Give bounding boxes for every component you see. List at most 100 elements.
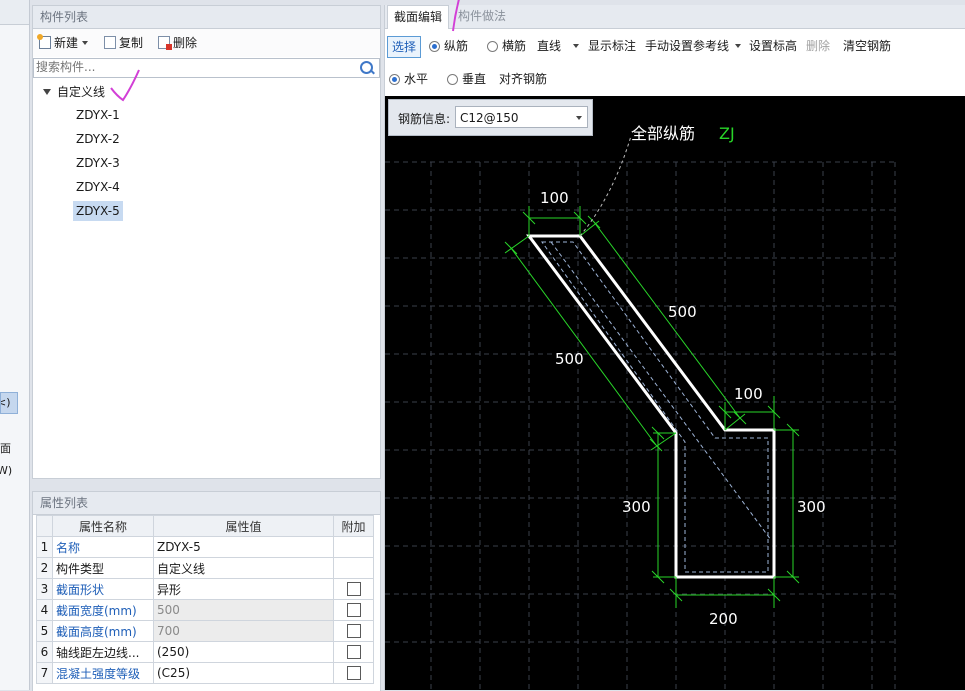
annotation-all-longitudinal: 全部纵筋 — [631, 124, 695, 143]
align-rebar-button[interactable]: 对齐钢筋 — [499, 69, 547, 89]
transverse-label: 横筋 — [502, 39, 527, 53]
select-button[interactable]: 选择 — [387, 36, 422, 58]
line-type-dropdown[interactable]: 直线 — [537, 36, 580, 56]
property-table: 属性名称 属性值 附加 1 名称 ZDYX-5 2 构件类型 自定义线 3 截面… — [36, 515, 374, 684]
radio-selected[interactable] — [429, 41, 440, 52]
table-row[interactable]: 3 截面形状 异形 — [36, 578, 374, 600]
section-outline — [526, 234, 776, 579]
tree-root-node[interactable]: 自定义线 — [43, 83, 105, 101]
new-icon — [37, 34, 51, 49]
horizontal-label: 水平 — [404, 72, 429, 86]
table-row[interactable]: 5 截面高度(mm) 700 — [36, 620, 374, 642]
annotation-leader — [579, 135, 632, 237]
row-number: 4 — [36, 599, 53, 621]
handwritten-checkmark — [110, 69, 140, 102]
set-elevation-button[interactable]: 设置标高 — [749, 36, 797, 56]
delete-button[interactable]: 删除 — [158, 34, 197, 52]
vertical-label: 垂直 — [462, 72, 487, 86]
property-value-header: 属性值 — [153, 515, 334, 537]
editor-toolbar-primary: 选择 纵筋 横筋 直线 显示标注 手动设置参考线 设置标高 删除 清空钢筋 — [385, 31, 965, 59]
row-number: 5 — [36, 620, 53, 642]
clear-rebar-button[interactable]: 清空钢筋 — [843, 36, 891, 56]
left-strip-text: W) — [0, 464, 13, 477]
property-extra-header: 附加 — [333, 515, 374, 537]
section-drawing: 100 500 500 100 300 300 200 全部纵筋 ZJ 100 … — [385, 124, 896, 690]
row-number: 7 — [36, 662, 53, 684]
copy-button[interactable]: 复制 — [104, 34, 143, 52]
row-number: 2 — [36, 557, 53, 579]
new-label: 新建 — [54, 36, 79, 50]
delete-icon — [158, 36, 172, 50]
checkbox[interactable] — [346, 645, 361, 660]
table-row[interactable]: 1 名称 ZDYX-5 — [36, 536, 374, 558]
annotation-code: ZJ — [719, 124, 735, 143]
checkbox[interactable] — [346, 624, 361, 639]
tab-section-edit[interactable]: 截面编辑 — [387, 5, 450, 29]
grid — [385, 161, 896, 690]
property-value[interactable]: 自定义线 — [153, 557, 334, 579]
radio-unselected[interactable] — [447, 74, 458, 85]
property-value[interactable]: ZDYX-5 — [153, 536, 334, 558]
extra-cell — [333, 641, 374, 663]
component-list-title: 构件列表 — [33, 6, 380, 29]
extra-cell — [333, 662, 374, 684]
extra-cell — [333, 557, 374, 579]
dim-bottom-width: 200 — [709, 610, 738, 628]
dim-right-height: 300 — [797, 498, 826, 516]
left-strip-selected-item[interactable]: <) — [0, 392, 18, 414]
tree-item[interactable]: ZDYX-4 — [73, 177, 123, 197]
horizontal-radio[interactable]: 水平 — [389, 69, 428, 89]
table-row[interactable]: 7 混凝土强度等级 (C25) — [36, 662, 374, 684]
tree-item[interactable]: ZDYX-3 — [73, 153, 123, 173]
rebar-info-label: 钢筋信息: — [398, 112, 451, 126]
property-value: 500 — [153, 599, 334, 621]
property-list-panel: 属性列表 属性名称 属性值 附加 1 名称 ZDYX-5 2 构件类型 自定义线… — [32, 491, 381, 691]
new-button[interactable]: 新建 — [37, 34, 89, 52]
component-toolbar: 新建 复制 删除 — [33, 29, 380, 57]
checkbox[interactable] — [346, 666, 361, 681]
chevron-down-icon[interactable] — [573, 44, 580, 48]
row-number: 3 — [36, 578, 53, 600]
checkbox[interactable] — [346, 582, 361, 597]
chevron-down-icon[interactable] — [82, 41, 89, 45]
property-name: 构件类型 — [52, 557, 154, 579]
property-name: 截面宽度(mm) — [52, 599, 154, 621]
property-header-row: 属性名称 属性值 附加 — [36, 515, 374, 537]
expand-triangle-icon[interactable] — [43, 89, 51, 95]
property-name: 截面高度(mm) — [52, 620, 154, 642]
dim-left-height: 300 — [622, 498, 651, 516]
rebar-info-select[interactable]: C12@150 — [455, 106, 588, 128]
longitudinal-radio[interactable]: 纵筋 — [429, 36, 468, 56]
search-input[interactable] — [34, 59, 356, 75]
extra-cell — [333, 620, 374, 642]
row-number-header — [36, 515, 53, 537]
radio-selected[interactable] — [389, 74, 400, 85]
table-row[interactable]: 4 截面宽度(mm) 500 — [36, 599, 374, 621]
component-list-panel: 构件列表 新建 复制 删除 自定义线 ZDYX-1 ZDYX-2 ZDYX-3 … — [32, 5, 381, 479]
show-dims-button[interactable]: 显示标注 — [588, 36, 636, 56]
tree-item[interactable]: ZDYX-1 — [73, 105, 123, 125]
table-row[interactable]: 6 轴线距左边线... (250) — [36, 641, 374, 663]
search-icon[interactable] — [360, 61, 373, 74]
property-name: 名称 — [52, 536, 154, 558]
radio-unselected[interactable] — [487, 41, 498, 52]
tree-item[interactable]: ZDYX-2 — [73, 129, 123, 149]
property-value[interactable]: (C25) — [153, 662, 334, 684]
manual-ref-button[interactable]: 手动设置参考线 — [645, 36, 742, 56]
property-value[interactable]: 异形 — [153, 578, 334, 600]
manual-ref-label: 手动设置参考线 — [645, 39, 730, 53]
property-value[interactable]: (250) — [153, 641, 334, 663]
left-strip-text: 面 — [0, 442, 11, 455]
search-box[interactable] — [33, 58, 380, 78]
longitudinal-label: 纵筋 — [444, 39, 469, 53]
table-row[interactable]: 2 构件类型 自定义线 — [36, 557, 374, 579]
extra-cell — [333, 599, 374, 621]
transverse-radio[interactable]: 横筋 — [487, 36, 526, 56]
vertical-radio[interactable]: 垂直 — [447, 69, 486, 89]
tree-item-selected[interactable]: ZDYX-5 — [73, 201, 123, 221]
drawing-canvas[interactable]: 100 500 500 100 300 300 200 全部纵筋 ZJ 100 … — [385, 96, 965, 690]
chevron-down-icon[interactable] — [576, 116, 582, 120]
chevron-down-icon[interactable] — [735, 44, 742, 48]
checkbox[interactable] — [346, 603, 361, 618]
row-number: 1 — [36, 536, 53, 558]
